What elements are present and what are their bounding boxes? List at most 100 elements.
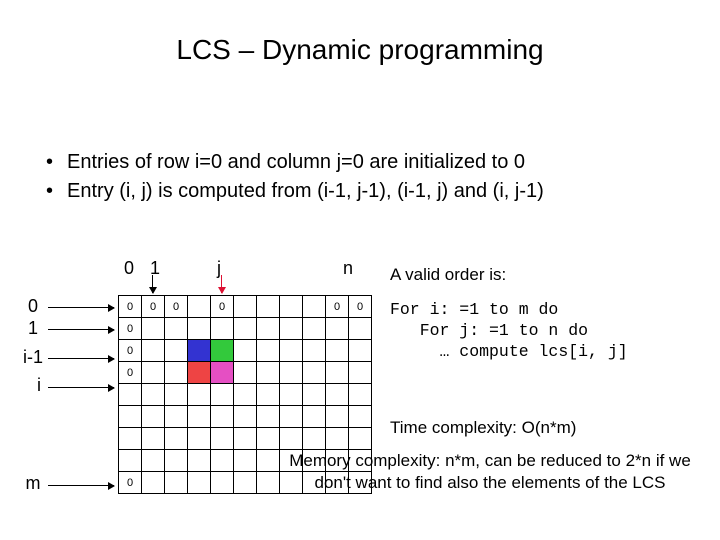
grid-cell (234, 384, 257, 406)
bullet-item: Entry (i, j) is computed from (i-1, j-1)… (46, 177, 544, 206)
grid-cell (142, 384, 165, 406)
grid-cell (257, 384, 280, 406)
grid-cell (349, 340, 372, 362)
grid-cell: 0 (119, 472, 142, 494)
grid-cell (303, 296, 326, 318)
arrow-row-0 (48, 307, 114, 308)
grid-cell (326, 384, 349, 406)
grid-cell (119, 406, 142, 428)
arrow-col-j (221, 275, 222, 293)
grid-cell (257, 318, 280, 340)
grid-cell (257, 450, 280, 472)
grid-cell (142, 428, 165, 450)
grid-cell (165, 362, 188, 384)
grid-cell (280, 362, 303, 384)
grid-cell (119, 384, 142, 406)
grid-cell (119, 450, 142, 472)
grid-cell (165, 472, 188, 494)
grid-cell (326, 406, 349, 428)
grid-cell (349, 318, 372, 340)
grid-cell (165, 406, 188, 428)
grid-cell (142, 406, 165, 428)
grid-cell (326, 428, 349, 450)
grid-cell (349, 362, 372, 384)
grid-cell (188, 296, 211, 318)
grid-cell (303, 362, 326, 384)
grid-cell (142, 472, 165, 494)
grid-cell: 0 (165, 296, 188, 318)
col-label-n: n (343, 258, 353, 279)
grid-cell (188, 450, 211, 472)
arrow-row-m (48, 485, 114, 486)
grid-cell (349, 384, 372, 406)
grid-cell (234, 340, 257, 362)
grid-cell (188, 472, 211, 494)
grid-cell: 0 (119, 296, 142, 318)
grid-cell (188, 384, 211, 406)
arrow-row-i-1 (48, 358, 114, 359)
grid-cell: 0 (349, 296, 372, 318)
row-label-i: i (24, 375, 54, 396)
grid-cell (211, 340, 234, 362)
grid-cell (211, 318, 234, 340)
grid-cell (211, 450, 234, 472)
grid-cell (165, 450, 188, 472)
grid-cell (165, 340, 188, 362)
grid-cell (280, 384, 303, 406)
grid-cell (326, 362, 349, 384)
arrow-col-1 (152, 275, 153, 293)
grid-cell (211, 362, 234, 384)
grid-cell (257, 406, 280, 428)
row-label-0: 0 (18, 296, 48, 317)
grid-cell (303, 384, 326, 406)
grid-cell (234, 472, 257, 494)
grid-cell (142, 450, 165, 472)
bullet-item: Entries of row i=0 and column j=0 are in… (46, 148, 544, 177)
bullet-list: Entries of row i=0 and column j=0 are in… (46, 148, 544, 206)
grid-cell (234, 296, 257, 318)
grid-cell (211, 472, 234, 494)
grid-cell (257, 296, 280, 318)
arrow-row-i (48, 387, 114, 388)
grid-cell (257, 472, 280, 494)
grid-cell (165, 384, 188, 406)
grid-cell (257, 340, 280, 362)
col-label-0: 0 (124, 258, 134, 279)
order-title: A valid order is: (390, 265, 628, 285)
grid-cell (349, 406, 372, 428)
grid-cell (188, 340, 211, 362)
grid-cell (303, 406, 326, 428)
grid-cell (188, 362, 211, 384)
grid-cell (234, 406, 257, 428)
grid-cell: 0 (119, 362, 142, 384)
grid-cell (257, 362, 280, 384)
grid-cell: 0 (211, 296, 234, 318)
grid-cell (211, 406, 234, 428)
grid-cell (280, 340, 303, 362)
order-code: For i: =1 to m do For j: =1 to n do … co… (390, 299, 628, 362)
page-title: LCS – Dynamic programming (0, 34, 720, 66)
grid-cell (188, 428, 211, 450)
row-label-i-1: i-1 (18, 347, 48, 368)
grid-cell: 0 (119, 318, 142, 340)
grid-cell (211, 428, 234, 450)
order-block: A valid order is: For i: =1 to m do For … (390, 265, 628, 362)
grid-cell (326, 340, 349, 362)
arrow-row-1 (48, 329, 114, 330)
grid-cell (234, 362, 257, 384)
grid-cell: 0 (326, 296, 349, 318)
grid-cell (280, 296, 303, 318)
row-label-1: 1 (18, 318, 48, 339)
grid-cell: 0 (119, 340, 142, 362)
grid-cell (257, 428, 280, 450)
grid-cell (211, 384, 234, 406)
grid-cell (326, 318, 349, 340)
grid-cell (303, 318, 326, 340)
grid-cell (165, 428, 188, 450)
grid-cell (234, 318, 257, 340)
grid-cell (119, 428, 142, 450)
grid-cell: 0 (142, 296, 165, 318)
grid-cell (165, 318, 188, 340)
grid-cell (280, 428, 303, 450)
grid-cell (303, 340, 326, 362)
